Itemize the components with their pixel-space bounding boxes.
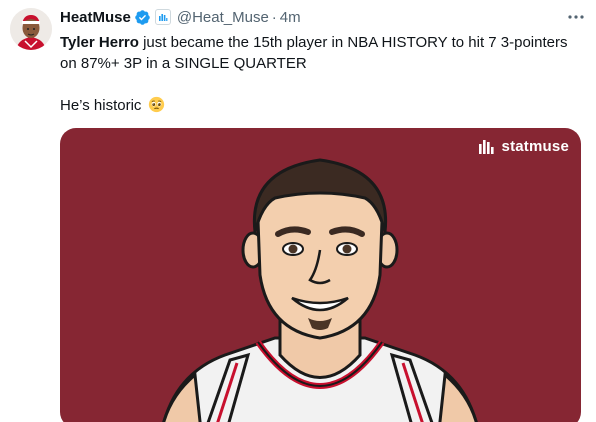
- verified-badge-icon[interactable]: [134, 9, 151, 26]
- avatar[interactable]: [10, 8, 52, 50]
- pleading-face-emoji: [148, 96, 165, 113]
- tweet-line-3: He’s historic: [60, 95, 590, 116]
- author-handle[interactable]: @Heat_Muse: [177, 9, 269, 26]
- tweet-line-3-text: He’s historic: [60, 97, 142, 114]
- player-mention: Tyler Herro: [60, 34, 139, 51]
- player-illustration: [162, 158, 478, 422]
- statmuse-logo-text: statmuse: [501, 138, 569, 155]
- tweet-timestamp[interactable]: 4m: [280, 9, 301, 26]
- affiliate-badge-icon[interactable]: [154, 9, 171, 25]
- tweet-line-1: Tyler Herro just became the 15th player …: [60, 32, 590, 53]
- avatar-image: [10, 8, 52, 50]
- author-display-name[interactable]: HeatMuse: [60, 9, 131, 26]
- tweet-content: HeatMuse @Heat_Muse · 4m Tyler Herro jus…: [60, 6, 586, 116]
- tweet-text: Tyler Herro just became the 15th player …: [60, 32, 590, 116]
- header-separator: ·: [271, 8, 277, 26]
- tweet-media-image[interactable]: statmuse: [60, 128, 581, 422]
- tweet[interactable]: HeatMuse @Heat_Muse · 4m Tyler Herro jus…: [0, 0, 596, 422]
- tweet-line-1-text: just became the 15th player in NBA HISTO…: [138, 34, 568, 51]
- tweet-line-2: on 87%+ 3P in a SINGLE QUARTER: [60, 55, 307, 72]
- tweet-header: HeatMuse @Heat_Muse · 4m: [60, 6, 586, 28]
- more-options-icon[interactable]: [566, 8, 586, 26]
